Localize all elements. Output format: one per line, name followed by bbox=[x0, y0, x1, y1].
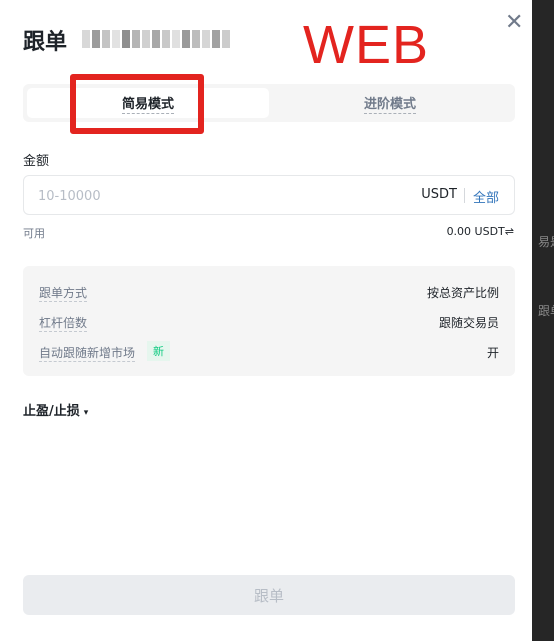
amount-field-container: USDT 全部 bbox=[23, 175, 515, 215]
background-page-strip: 易是 跟单 bbox=[532, 0, 554, 641]
annotation-highlight-box bbox=[70, 74, 204, 134]
setting-row-auto-follow: 自动跟随新增市场 新 开 bbox=[39, 341, 499, 362]
available-balance: 0.00 USDT⇌ bbox=[447, 225, 514, 238]
divider bbox=[464, 188, 465, 203]
setting-row-leverage: 杠杆倍数 跟随交易员 bbox=[39, 314, 499, 332]
setting-value: 按总资产比例 bbox=[426, 286, 499, 300]
copy-settings-panel: 跟单方式 按总资产比例 杠杆倍数 跟随交易员 自动跟随新增市场 新 开 bbox=[23, 266, 515, 376]
amount-input[interactable] bbox=[36, 185, 390, 207]
amount-unit: USDT bbox=[421, 187, 457, 202]
swap-icon[interactable]: ⇌ bbox=[505, 225, 514, 238]
setting-value: 开 bbox=[486, 346, 499, 360]
caret-down-icon: ▾ bbox=[83, 408, 89, 418]
available-value: 0.00 USDT bbox=[446, 225, 505, 238]
setting-value: 跟随交易员 bbox=[438, 316, 499, 330]
copy-trade-modal: 跟单 ✕ WEB 简易模式 进阶模式 金额 USDT 全部 可用 0.00 US… bbox=[0, 0, 532, 641]
setting-label: 杠杆倍数 bbox=[39, 316, 88, 332]
tab-advanced-label: 进阶模式 bbox=[363, 93, 416, 114]
web-annotation-label: WEB bbox=[303, 15, 430, 75]
modal-title: 跟单 bbox=[23, 30, 68, 55]
tpsl-toggle[interactable]: 止盈/止损 ▾ bbox=[23, 400, 88, 419]
amount-label: 金额 bbox=[23, 154, 50, 169]
max-amount-button[interactable]: 全部 bbox=[473, 187, 499, 206]
background-text: 跟单 bbox=[538, 304, 554, 318]
close-icon[interactable]: ✕ bbox=[505, 12, 523, 34]
setting-row-copy-mode: 跟单方式 按总资产比例 bbox=[39, 284, 499, 302]
new-badge: 新 bbox=[147, 341, 170, 361]
setting-label: 自动跟随新增市场 bbox=[39, 346, 136, 362]
redacted-trader-name bbox=[82, 30, 230, 48]
available-label: 可用 bbox=[23, 227, 45, 240]
tab-advanced-mode[interactable]: 进阶模式 bbox=[269, 88, 511, 118]
background-text: 易是 bbox=[538, 235, 554, 249]
tpsl-label: 止盈/止损 bbox=[23, 404, 80, 419]
copy-trade-submit-button[interactable]: 跟单 bbox=[23, 575, 515, 615]
setting-label: 跟单方式 bbox=[39, 286, 88, 302]
